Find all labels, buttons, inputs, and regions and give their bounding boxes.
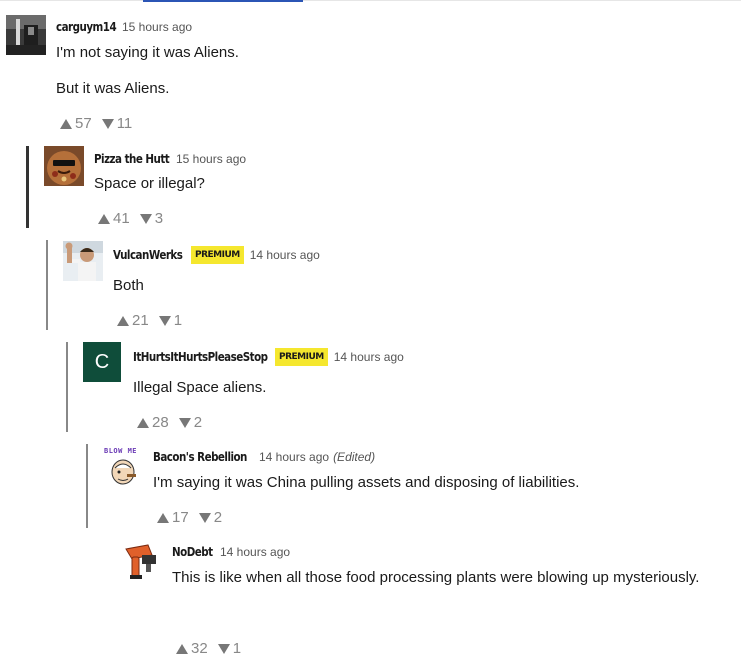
avatar-caption: BLOW ME [104, 447, 138, 455]
upvote-count: 21 [132, 312, 149, 329]
comment-text: But it was Aliens. [56, 80, 170, 97]
downvote-triangle-icon [139, 213, 152, 224]
top-divider [0, 0, 741, 1]
downvote-button[interactable]: 2 [198, 509, 223, 526]
downvote-button[interactable]: 1 [158, 312, 183, 329]
comment-text: Space or illegal? [94, 175, 205, 192]
vote-bar: 17 2 [157, 509, 222, 526]
timestamp[interactable]: 14 hours ago [334, 350, 404, 364]
upvote-button[interactable]: 32 [176, 640, 208, 657]
comment-header: Bacon's Rebellion 14 hours ago (Edited) [153, 448, 375, 466]
downvote-triangle-icon [198, 512, 211, 523]
username[interactable]: ItHurtsItHurtsPleaseStop [133, 350, 268, 364]
downvote-button[interactable]: 11 [101, 115, 133, 132]
downvote-count: 11 [116, 115, 133, 132]
avatar-bacons-rebellion[interactable]: BLOW ME [103, 446, 143, 486]
avatar-letter: C [94, 350, 110, 373]
username[interactable]: VulcanWerks [113, 248, 183, 262]
vote-bar: 28 2 [137, 414, 202, 431]
avatar-pizza-the-hutt[interactable] [44, 146, 84, 186]
timestamp[interactable]: 15 hours ago [122, 20, 192, 34]
downvote-count: 2 [193, 414, 203, 431]
thread-line[interactable] [86, 444, 88, 528]
upvote-triangle-icon [176, 643, 188, 654]
comment-header: carguym14 15 hours ago [56, 18, 192, 36]
timestamp[interactable]: 14 hours ago [250, 248, 320, 262]
username[interactable]: carguym14 [56, 20, 117, 34]
timestamp[interactable]: 15 hours ago [176, 152, 246, 166]
upvote-count: 28 [152, 414, 169, 431]
timestamp[interactable]: 14 hours ago [259, 450, 329, 464]
upvote-triangle-icon [60, 118, 72, 129]
comment-text: I'm not saying it was Aliens. [56, 44, 239, 61]
upvote-triangle-icon [137, 417, 149, 428]
downvote-button[interactable]: 3 [139, 210, 164, 227]
upvote-count: 57 [75, 115, 92, 132]
avatar-vulcanwerks[interactable] [63, 241, 103, 281]
downvote-count: 1 [173, 312, 183, 329]
avatar-carguym14[interactable] [6, 15, 46, 55]
username[interactable]: Pizza the Hutt [94, 152, 170, 166]
upvote-triangle-icon [98, 213, 110, 224]
downvote-button[interactable]: 1 [217, 640, 242, 657]
downvote-button[interactable]: 2 [178, 414, 203, 431]
upvote-button[interactable]: 57 [60, 115, 92, 132]
downvote-count: 2 [213, 509, 223, 526]
comment-text: This is like when all those food process… [172, 569, 700, 586]
timestamp[interactable]: 14 hours ago [220, 545, 290, 559]
upvote-count: 41 [113, 210, 130, 227]
upvote-button[interactable]: 17 [157, 509, 189, 526]
thread-line[interactable] [66, 342, 68, 432]
vote-bar: 41 3 [98, 210, 163, 227]
downvote-triangle-icon [178, 417, 191, 428]
comment-header: Pizza the Hutt 15 hours ago [94, 150, 246, 168]
comment-text: Both [113, 277, 144, 294]
comment-header: NoDebt 14 hours ago [172, 543, 290, 561]
upvote-triangle-icon [157, 512, 169, 523]
comment-text: Illegal Space aliens. [133, 379, 267, 396]
downvote-triangle-icon [158, 315, 171, 326]
upvote-button[interactable]: 28 [137, 414, 169, 431]
upvote-button[interactable]: 41 [98, 210, 130, 227]
downvote-count: 1 [232, 640, 242, 657]
username[interactable]: NoDebt [172, 545, 213, 559]
avatar-ithurtsithurtspleasestop[interactable]: C [83, 342, 121, 382]
premium-badge: PREMIUM [191, 246, 244, 264]
thread-line[interactable] [26, 146, 29, 228]
upvote-count: 32 [191, 640, 208, 657]
downvote-count: 3 [154, 210, 164, 227]
comment-header: ItHurtsItHurtsPleaseStop PREMIUM 14 hour… [133, 348, 404, 366]
downvote-triangle-icon [217, 643, 230, 654]
upvote-count: 17 [172, 509, 189, 526]
vote-bar: 32 1 [176, 640, 241, 657]
upvote-triangle-icon [117, 315, 129, 326]
vote-bar: 57 11 [60, 115, 132, 132]
comment-text: I'm saying it was China pulling assets a… [153, 474, 580, 491]
downvote-triangle-icon [101, 118, 114, 129]
vote-bar: 21 1 [117, 312, 182, 329]
upvote-button[interactable]: 21 [117, 312, 149, 329]
premium-badge: PREMIUM [275, 348, 328, 366]
thread-line[interactable] [46, 240, 48, 330]
username[interactable]: Bacon's Rebellion [153, 450, 247, 464]
edited-label: (Edited) [333, 450, 376, 464]
avatar-nodebt[interactable] [122, 541, 162, 581]
comment-header: VulcanWerks PREMIUM 14 hours ago [113, 246, 320, 264]
top-tab-indicator [143, 0, 303, 2]
